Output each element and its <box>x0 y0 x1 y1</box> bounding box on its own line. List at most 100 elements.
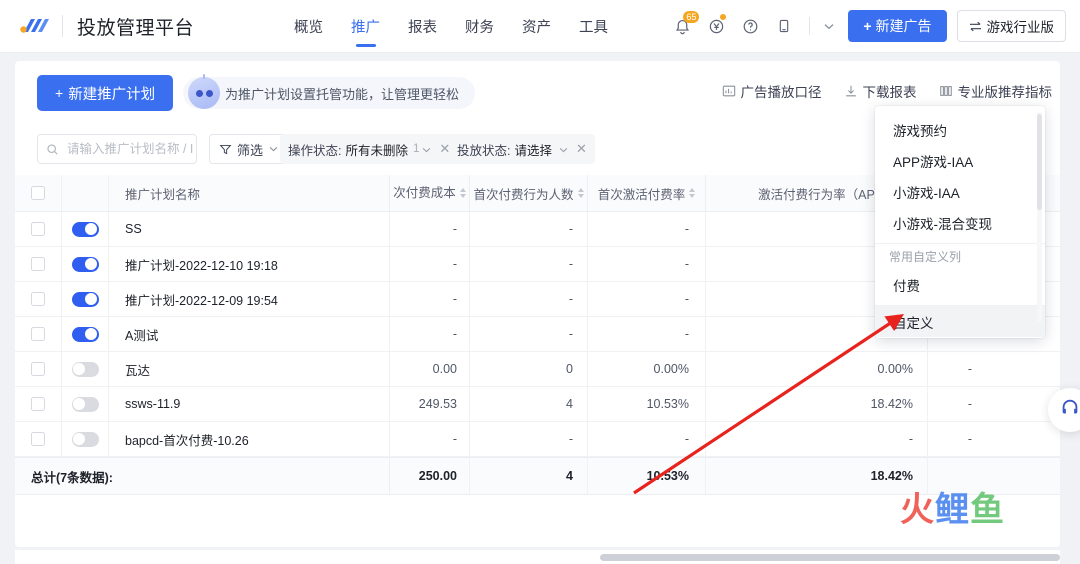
cell-first-pay-users: - <box>470 317 588 351</box>
row-toggle-cell <box>62 387 109 421</box>
filter-button-label: 筛选 <box>237 142 264 158</box>
wallet-dot-icon <box>720 14 727 20</box>
cell-first-activate-pay-rate: - <box>588 247 706 281</box>
row-checkbox[interactable] <box>31 292 45 306</box>
cell-second-pay-cost: - <box>390 247 470 281</box>
filter-chip-operation-status[interactable]: 操作状态: 所有未删除 1 ✕ <box>280 134 459 164</box>
cell-plan-name: A测试 <box>109 317 390 351</box>
row-checkbox[interactable] <box>31 362 45 376</box>
status-toggle[interactable] <box>71 326 99 342</box>
plus-icon: + <box>863 18 872 34</box>
search-input[interactable] <box>65 141 195 157</box>
industry-version-button[interactable]: 游戏行业版 <box>956 10 1066 42</box>
cell-plan-name: 推广计划-2022-12-09 19:54 <box>109 282 390 316</box>
status-toggle[interactable] <box>71 291 99 307</box>
table-row[interactable]: 瓦达 0.00 0 0.00% 0.00% - <box>15 352 1060 387</box>
row-select-cell <box>15 247 62 281</box>
nav-item-finance[interactable]: 财务 <box>451 0 508 53</box>
filter-chip-delivery-status[interactable]: 投放状态: 请选择 ✕ <box>449 134 595 164</box>
status-toggle[interactable] <box>71 396 99 412</box>
col-header-first-activate-pay-rate[interactable]: 首次激活付费率 <box>588 175 706 211</box>
pro-metrics-button[interactable]: 专业版推荐指标 <box>939 81 1052 101</box>
cell-first-pay-users: 4 <box>470 387 588 421</box>
status-toggle[interactable] <box>71 221 99 237</box>
plus-icon: + <box>55 85 64 101</box>
chevron-down-icon[interactable] <box>818 11 840 41</box>
cell-first-activate-pay-rate: - <box>588 212 706 246</box>
dropdown-group-label: 常用自定义列 <box>875 243 1045 269</box>
table-row[interactable]: ssws-11.9 249.53 4 10.53% 18.42% - <box>15 387 1060 422</box>
status-toggle[interactable] <box>71 431 99 447</box>
horizontal-scrollbar-thumb[interactable] <box>600 554 1060 561</box>
row-toggle-cell <box>62 282 109 316</box>
row-select-cell <box>15 282 62 316</box>
chevron-down-icon[interactable] <box>422 142 431 156</box>
col-header-second-pay-cost[interactable]: 次付费成本 <box>390 175 470 211</box>
status-toggle[interactable] <box>71 361 99 377</box>
ad-play-caliber-button[interactable]: 广告播放口径 <box>722 81 822 101</box>
brand-logo-icon[interactable] <box>18 13 58 39</box>
cell-first-pay-users: - <box>470 212 588 246</box>
row-checkbox[interactable] <box>31 257 45 271</box>
dropdown-item-mini-game-iaa[interactable]: 小游戏-IAA <box>875 176 1045 207</box>
new-ad-label: 新建广告 <box>875 18 932 34</box>
cell-first-pay-users: 0 <box>470 352 588 386</box>
sort-icon[interactable] <box>459 188 466 198</box>
status-toggle[interactable] <box>71 256 99 272</box>
dropdown-item-app-game-iaa[interactable]: APP游戏-IAA <box>875 145 1045 176</box>
row-toggle-cell <box>62 247 109 281</box>
download-report-button[interactable]: 下载报表 <box>844 81 917 101</box>
help-circle-icon[interactable] <box>733 9 767 43</box>
filter-button[interactable]: 筛选 <box>209 134 289 164</box>
nav-item-report[interactable]: 报表 <box>394 0 451 53</box>
dropdown-item-paid[interactable]: 付费 <box>875 269 1045 300</box>
cell-extra: - <box>967 432 972 446</box>
hosting-tip-banner[interactable]: 为推广计划设置托管功能，让管理更轻松 <box>183 77 476 109</box>
table-row[interactable]: bapcd-首次付费-10.26 - - - - - <box>15 422 1060 457</box>
switch-arrows-icon <box>969 21 982 32</box>
row-checkbox[interactable] <box>31 327 45 341</box>
cell-plan-name: SS <box>109 212 390 246</box>
row-checkbox[interactable] <box>31 222 45 236</box>
row-select-cell <box>15 422 62 456</box>
row-checkbox[interactable] <box>31 432 45 446</box>
chevron-down-icon[interactable] <box>559 142 568 156</box>
cell-extra: - <box>967 362 972 376</box>
mobile-icon[interactable] <box>767 9 801 43</box>
dropdown-item-game-reservation[interactable]: 游戏预约 <box>875 114 1045 145</box>
dropdown-item-mini-game-mixed[interactable]: 小游戏-混合变现 <box>875 207 1045 238</box>
industry-version-label: 游戏行业版 <box>986 20 1055 35</box>
dropdown-item-custom[interactable]: 自定义 <box>875 306 1045 337</box>
dropdown-scrollbar-thumb[interactable] <box>1037 114 1042 210</box>
watermark-char-2: 鲤 <box>935 490 970 530</box>
cell-plan-name: 推广计划-2022-12-10 19:18 <box>109 247 390 281</box>
col-header-first-pay-users[interactable]: 首次付费行为人数 <box>470 175 588 211</box>
total-first-activate-pay-rate: 10.53% <box>588 458 706 494</box>
nav-item-overview[interactable]: 概览 <box>280 0 337 53</box>
col-header-label: 首次付费行为人数 <box>473 187 574 202</box>
new-ad-button[interactable]: + 新建广告 <box>848 10 947 42</box>
sort-icon[interactable] <box>577 188 584 198</box>
row-toggle-cell <box>62 317 109 351</box>
bell-icon[interactable]: 65 <box>665 9 700 43</box>
close-icon[interactable]: ✕ <box>576 141 587 157</box>
wallet-yuan-icon[interactable] <box>699 9 733 43</box>
nav-item-promotion[interactable]: 推广 <box>337 0 394 53</box>
download-report-label: 下载报表 <box>862 85 917 100</box>
row-toggle-cell <box>62 422 109 456</box>
cell-extra: - <box>967 397 972 411</box>
columns-icon <box>939 84 953 98</box>
select-all-cell <box>15 175 62 211</box>
nav-item-assets[interactable]: 资产 <box>508 0 565 53</box>
cell-plan-name: bapcd-首次付费-10.26 <box>109 422 390 456</box>
page-body: + 新建推广计划 为推广计划设置托管功能，让管理更轻松 广告播放口径 下载报表 … <box>0 53 1080 564</box>
select-all-checkbox[interactable] <box>31 186 45 200</box>
cell-second-pay-cost: 249.53 <box>390 387 470 421</box>
search-box[interactable] <box>37 134 197 164</box>
sort-icon[interactable] <box>689 188 696 198</box>
row-checkbox[interactable] <box>31 397 45 411</box>
row-select-cell <box>15 352 62 386</box>
new-plan-button[interactable]: + 新建推广计划 <box>37 75 174 111</box>
nav-item-tools[interactable]: 工具 <box>565 0 622 53</box>
app-header: 投放管理平台 概览 推广 报表 财务 资产 工具 65 + 新建广告 游戏行业版 <box>0 0 1080 53</box>
